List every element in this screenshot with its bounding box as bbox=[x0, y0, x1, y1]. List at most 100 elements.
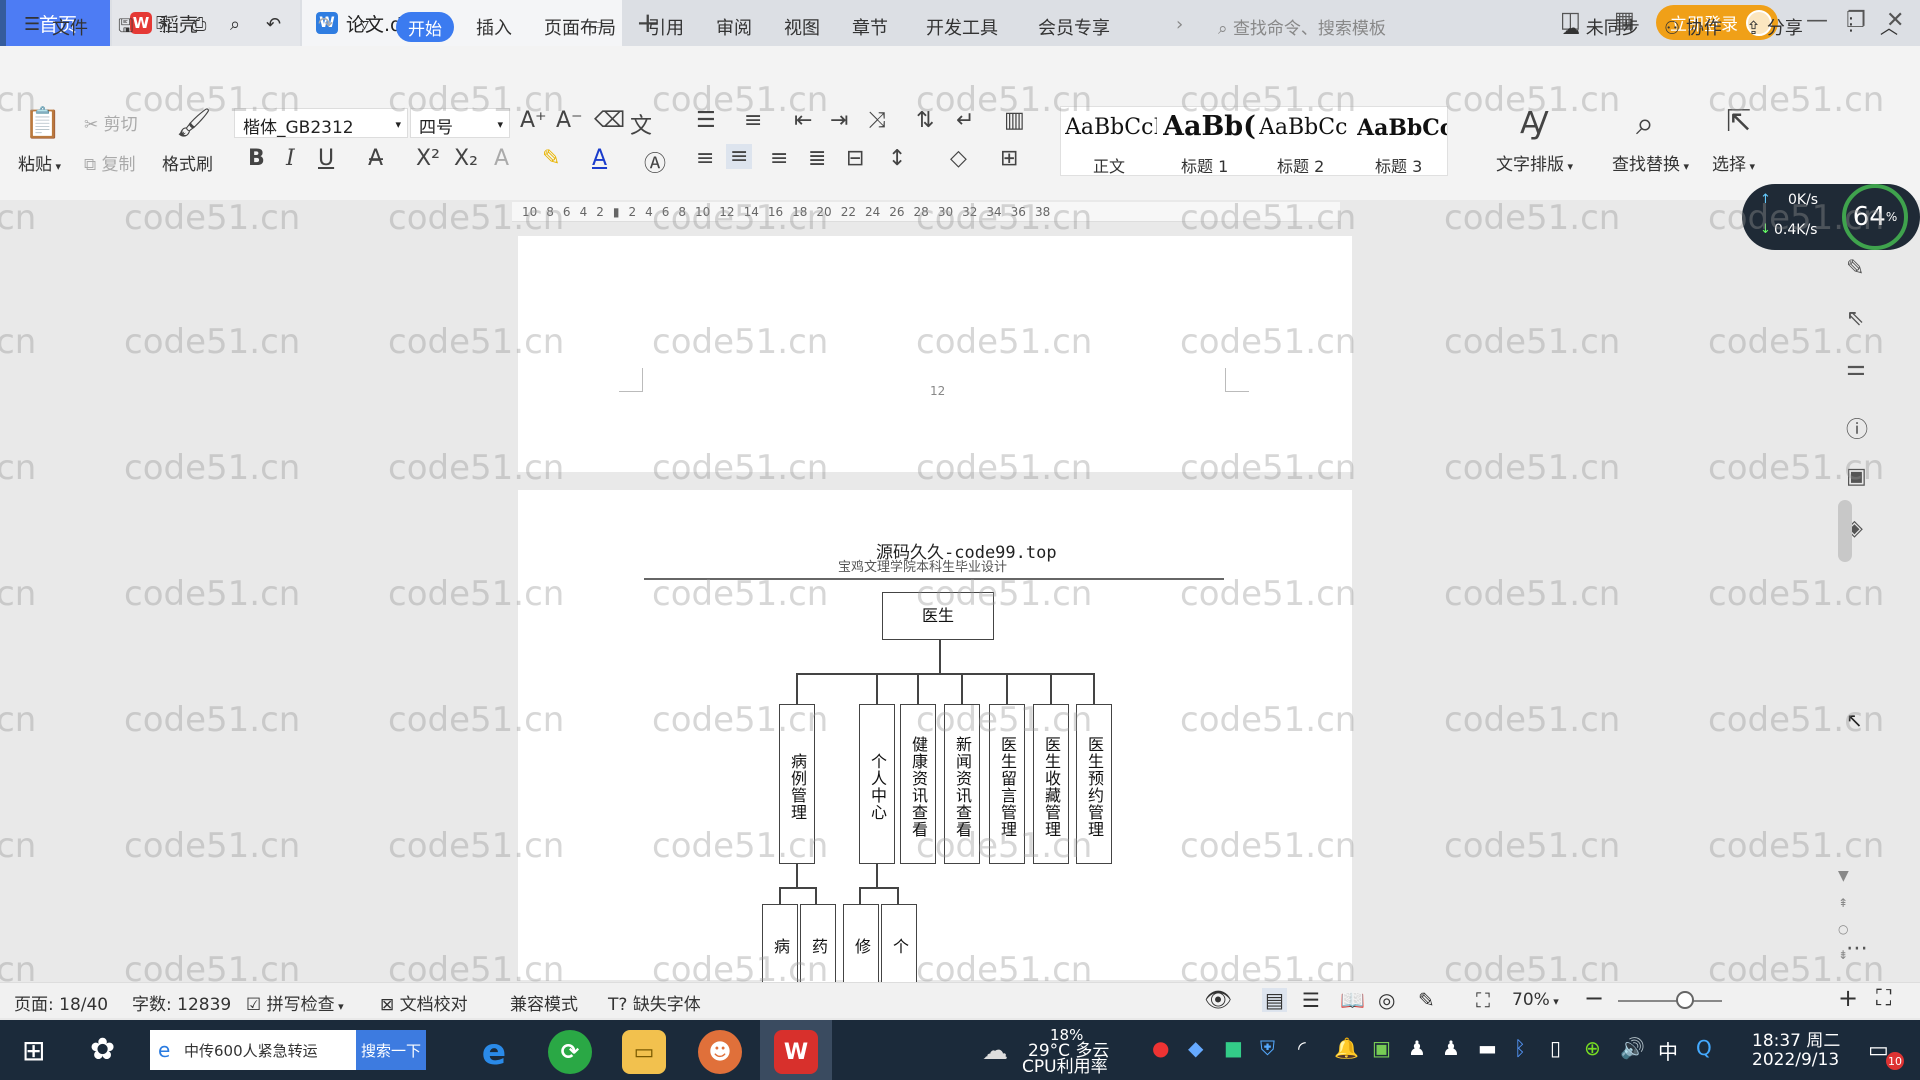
menu-member[interactable]: 会员专享 bbox=[1038, 14, 1110, 40]
clear-format-icon[interactable]: ⌫ bbox=[594, 108, 625, 133]
italic-icon[interactable]: I bbox=[286, 146, 295, 171]
adjust-icon[interactable]: ⚌ bbox=[1846, 356, 1866, 381]
shield-icon[interactable]: ⛨ bbox=[1260, 1036, 1275, 1060]
font-name-select[interactable]: 楷体_GB2312 ▾ bbox=[234, 108, 408, 138]
export-pdf-icon[interactable]: ⎘ bbox=[156, 14, 170, 35]
notification-bell-icon[interactable]: 🔔 bbox=[1334, 1036, 1359, 1060]
strikethrough-icon[interactable]: A̶ bbox=[368, 146, 383, 171]
horizontal-ruler[interactable]: 10 8 6 4 2 ▮ 2 4 6 8 10 12 14 16 18 20 22 24 26 28 30 32 34 36 3… bbox=[512, 202, 1340, 222]
phonetic-icon[interactable]: 文 bbox=[630, 108, 652, 140]
superscript-icon[interactable]: X² bbox=[416, 146, 440, 171]
font-size-select[interactable]: 四号 ▾ bbox=[410, 108, 510, 138]
prev-page-icon[interactable]: ⇞ bbox=[1838, 896, 1848, 910]
minimize-icon[interactable]: — bbox=[1806, 8, 1828, 33]
fullscreen-icon[interactable]: ⛶ bbox=[1876, 986, 1891, 1011]
usb-icon[interactable]: ▯ bbox=[1550, 1036, 1561, 1060]
qq-icon[interactable]: ♟ bbox=[1442, 1036, 1460, 1060]
copy-button[interactable]: ⧉ 复制 bbox=[84, 150, 136, 175]
share-button[interactable]: ⇪ 分享 bbox=[1746, 14, 1803, 40]
shading-icon[interactable]: ◇ bbox=[950, 146, 967, 171]
missing-font[interactable]: T? 缺失字体 bbox=[608, 990, 701, 1015]
tray-app-icon[interactable]: ⊕ bbox=[1584, 1036, 1601, 1060]
style-heading-3[interactable]: 标题 3 bbox=[1375, 153, 1422, 177]
find-replace-button[interactable]: 查找替换 ▾ bbox=[1612, 150, 1689, 175]
zoom-out-icon[interactable]: − bbox=[1584, 984, 1604, 1012]
text-layout-icon[interactable]: Ꜽ bbox=[1520, 106, 1549, 141]
redo-icon[interactable]: ↷ bbox=[318, 14, 333, 35]
ime-indicator[interactable]: 中 bbox=[1658, 1036, 1678, 1065]
pointer-icon[interactable]: ⇖ bbox=[1846, 306, 1864, 331]
command-search[interactable]: ⌕ 查找命令、搜索模板 bbox=[1218, 14, 1386, 39]
format-painter-icon[interactable]: 🖌 bbox=[176, 106, 212, 139]
style-heading-2[interactable]: 标题 2 bbox=[1277, 153, 1324, 177]
scroll-down-icon[interactable]: ▼ bbox=[1838, 868, 1849, 884]
browser-360-icon[interactable]: ⟳ bbox=[548, 1030, 592, 1074]
write-view-icon[interactable]: ✎ bbox=[1418, 988, 1435, 1012]
menu-review[interactable]: 审阅 bbox=[716, 14, 752, 40]
align-center-icon[interactable]: ≡ bbox=[726, 144, 753, 169]
menu-view[interactable]: 视图 bbox=[784, 14, 820, 40]
grow-font-icon[interactable]: A⁺ bbox=[520, 108, 547, 133]
preview-icon[interactable]: ⌕ bbox=[230, 14, 240, 35]
line-spacing-icon[interactable]: ↕ bbox=[888, 146, 906, 171]
subscript-icon[interactable]: X₂ bbox=[454, 146, 478, 171]
spell-check[interactable]: ☑ 拼写检查 ▾ bbox=[246, 990, 344, 1015]
zoom-slider-handle[interactable] bbox=[1676, 991, 1694, 1009]
format-painter-button[interactable]: 格式刷 bbox=[162, 150, 213, 175]
bullets-icon[interactable]: ☰ bbox=[696, 108, 716, 133]
tray-app-icon[interactable]: ■ bbox=[1224, 1036, 1243, 1060]
text-layout-button[interactable]: 文字排版 ▾ bbox=[1496, 150, 1573, 175]
style-heading-1[interactable]: 标题 1 bbox=[1181, 153, 1228, 177]
shrink-font-icon[interactable]: A⁻ bbox=[556, 108, 583, 133]
select-button[interactable]: 选择 ▾ bbox=[1712, 150, 1755, 175]
clock-time[interactable]: 18:37 周二 bbox=[1752, 1026, 1840, 1051]
styles-gallery[interactable]: AaBbCcI 正文 AaBb( 标题 1 AaBbCc 标题 2 AaBbCc… bbox=[1060, 106, 1448, 176]
table-icon[interactable]: ▥ bbox=[1004, 108, 1025, 133]
pinwheel-icon[interactable]: ✿ bbox=[90, 1032, 115, 1067]
app-mascot-icon[interactable]: ☻ bbox=[698, 1030, 742, 1074]
taskbar-search-button[interactable]: 搜索一下 bbox=[356, 1030, 426, 1070]
tray-app-icon[interactable]: ▬ bbox=[1478, 1036, 1497, 1060]
borders-icon[interactable]: ⊞ bbox=[1000, 146, 1018, 171]
next-page-icon[interactable]: ⇟ bbox=[1838, 948, 1848, 962]
justify-icon[interactable]: ≣ bbox=[808, 146, 826, 171]
font-color-icon[interactable]: A bbox=[592, 146, 607, 171]
menu-references[interactable]: 引用 bbox=[648, 14, 684, 40]
ie-browser-icon[interactable]: e bbox=[472, 1030, 516, 1074]
network-monitor[interactable]: ↑ 0K/s ↓ 0.4K/s 64% bbox=[1742, 184, 1920, 250]
qq-icon[interactable]: ♟ bbox=[1408, 1036, 1426, 1060]
menu-insert[interactable]: 插入 bbox=[476, 14, 512, 40]
cursor-select-icon[interactable]: ⇱ bbox=[1726, 104, 1751, 139]
more-tabs-icon[interactable]: › bbox=[1176, 14, 1183, 35]
web-view-icon[interactable]: ◎ bbox=[1378, 988, 1395, 1012]
taskbar-news-search[interactable]: e 中传600人紧急转运 bbox=[150, 1030, 356, 1070]
hamburger-icon[interactable]: ☰ bbox=[24, 14, 40, 35]
paste-button[interactable]: 粘贴 ▾ bbox=[18, 150, 61, 175]
print-icon[interactable]: ⎙ bbox=[192, 14, 206, 35]
distribute-icon[interactable]: ⊟ bbox=[846, 146, 864, 171]
paste-icon[interactable]: 📋 bbox=[24, 106, 61, 141]
increase-indent-icon[interactable]: ⇥ bbox=[830, 108, 848, 133]
collab-button[interactable]: ⚇ 协作 bbox=[1664, 14, 1722, 40]
zoom-slider[interactable] bbox=[1618, 1000, 1722, 1002]
cut-button[interactable]: ✂ 剪切 bbox=[84, 110, 138, 135]
search-q-icon[interactable]: Q bbox=[1696, 1036, 1712, 1060]
help-icon[interactable]: ⓘ bbox=[1846, 412, 1868, 444]
quick-access-dropdown-icon[interactable]: ▿ bbox=[360, 14, 369, 35]
page-previous[interactable] bbox=[518, 236, 1352, 472]
sort-icon[interactable]: ⇅ bbox=[916, 108, 934, 133]
text-effect-icon[interactable]: A bbox=[494, 146, 509, 171]
show-marks-icon[interactable]: ↵ bbox=[956, 108, 974, 133]
highlight-icon[interactable]: ✎ bbox=[542, 146, 560, 171]
select-browse-icon[interactable]: ○ bbox=[1838, 922, 1848, 936]
menu-page-layout[interactable]: 页面布局 bbox=[544, 14, 616, 40]
char-border-icon[interactable]: Ⓐ bbox=[644, 146, 666, 178]
image-tools-icon[interactable]: ▣ bbox=[1846, 464, 1867, 489]
menu-file[interactable]: 文件 bbox=[52, 14, 88, 40]
underline-icon[interactable]: U bbox=[318, 146, 334, 171]
pen-icon[interactable]: ✎ bbox=[1846, 256, 1864, 281]
clock-date[interactable]: 2022/9/13 bbox=[1752, 1050, 1839, 1070]
align-right-icon[interactable]: ≡ bbox=[770, 146, 788, 171]
doc-proof[interactable]: ⊠ 文档校对 bbox=[380, 990, 468, 1015]
fit-page-icon[interactable]: ⛶ bbox=[1476, 988, 1490, 1012]
